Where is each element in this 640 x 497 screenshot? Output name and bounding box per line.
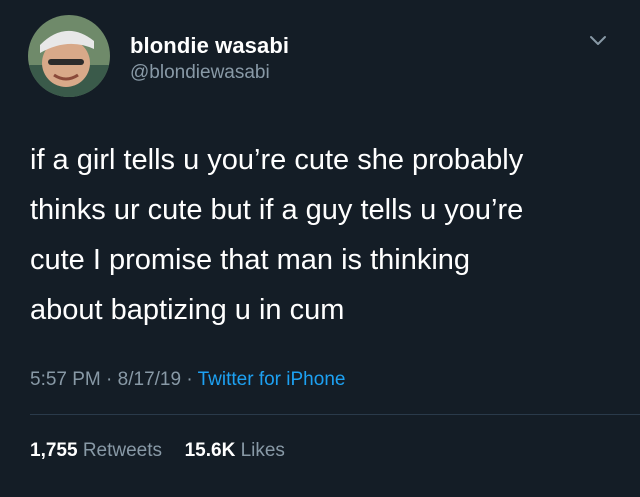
divider — [30, 414, 640, 415]
tweet-date[interactable]: 8/17/19 — [118, 369, 181, 390]
likes-stat[interactable]: 15.6K Likes — [185, 440, 285, 461]
tweet-text: if a girl tells u you’re cute she probab… — [30, 144, 524, 326]
retweets-stat[interactable]: 1,755 Retweets — [30, 440, 167, 461]
user-handle[interactable]: @blondiewasabi — [130, 62, 270, 84]
avatar-photo — [28, 15, 110, 97]
display-name[interactable]: blondie wasabi — [130, 33, 289, 59]
engagement-stats: 1,755 Retweets 15.6K Likes — [30, 440, 285, 462]
separator: · — [186, 369, 193, 390]
likes-count: 15.6K — [184, 440, 236, 461]
tweet-metadata: 5:57 PM · 8/17/19 · Twitter for iPhone — [30, 369, 345, 391]
retweets-label: Retweets — [82, 440, 163, 461]
tweet-source-link[interactable]: Twitter for iPhone — [198, 369, 346, 390]
chevron-down-icon[interactable] — [584, 29, 612, 53]
tweet-card: blondie wasabi @blondiewasabi if a girl … — [0, 0, 640, 497]
avatar[interactable] — [28, 15, 110, 97]
tweet-time[interactable]: 5:57 PM — [30, 369, 101, 390]
likes-label: Likes — [240, 440, 285, 461]
retweets-count: 1,755 — [30, 440, 78, 461]
separator: · — [106, 369, 113, 390]
